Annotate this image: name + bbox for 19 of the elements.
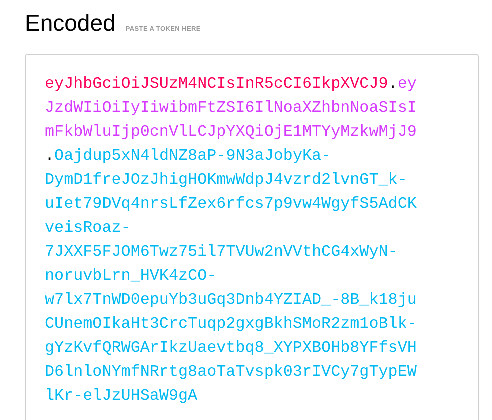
token-signature: noruvbLrn_HVK4zCO- <box>45 266 217 287</box>
token-header: eyJhbGciOiJSUzM4NCIsInR5cCI6IkpXVCJ9 <box>45 74 388 95</box>
token-payload: JzdWIiOiIyIiwibmFtZSI6IlNoaXZhbnNoaSIsI <box>45 98 417 119</box>
token-signature: w7lx7TnWD0epuYb3uGq3Dnb4YZIAD_-8B_k18ju <box>45 290 417 311</box>
token-signature: gYzKvfQRWGArIkzUaevtbq8_XYPXBOHb8YFfsVH <box>45 338 417 359</box>
token-signature: DymD1freJOzJhigHOKmwWdpJ4vzrd2lvnGT_k- <box>45 170 408 191</box>
section-title: Encoded <box>25 10 116 37</box>
token-separator: . <box>45 146 55 167</box>
token-payload: ey <box>398 74 417 95</box>
token-separator: . <box>388 74 398 95</box>
token-signature: lKr-elJzUHSaW9gA <box>45 386 198 407</box>
token-signature: uIet79DVq4nrsLfZex6rfcs7p9vw4WgyfS5AdCK <box>45 194 417 215</box>
token-signature: Oajdup5xN4ldNZ8aP-9N3aJobyKa- <box>54 146 332 167</box>
token-input-field[interactable] <box>25 54 479 420</box>
token-signature: CUnemOIkaHt3CrcTuqp2gxgBkhSMoR2zm1oBlk- <box>45 314 417 335</box>
token-signature: D6lnloNYmfNRrtg8aoTaTvspk03rIVCy7gTypEW <box>45 362 417 383</box>
token-signature: 7JXXF5FJOM6Twz75il7TVUw2nVVthCG4xWyN- <box>45 242 398 263</box>
token-payload: mFkbWluIjp0cnVlLCJpYXQiOjE1MTYyMzkwMjJ9 <box>45 122 417 143</box>
token-signature: veisRoaz- <box>45 218 131 239</box>
